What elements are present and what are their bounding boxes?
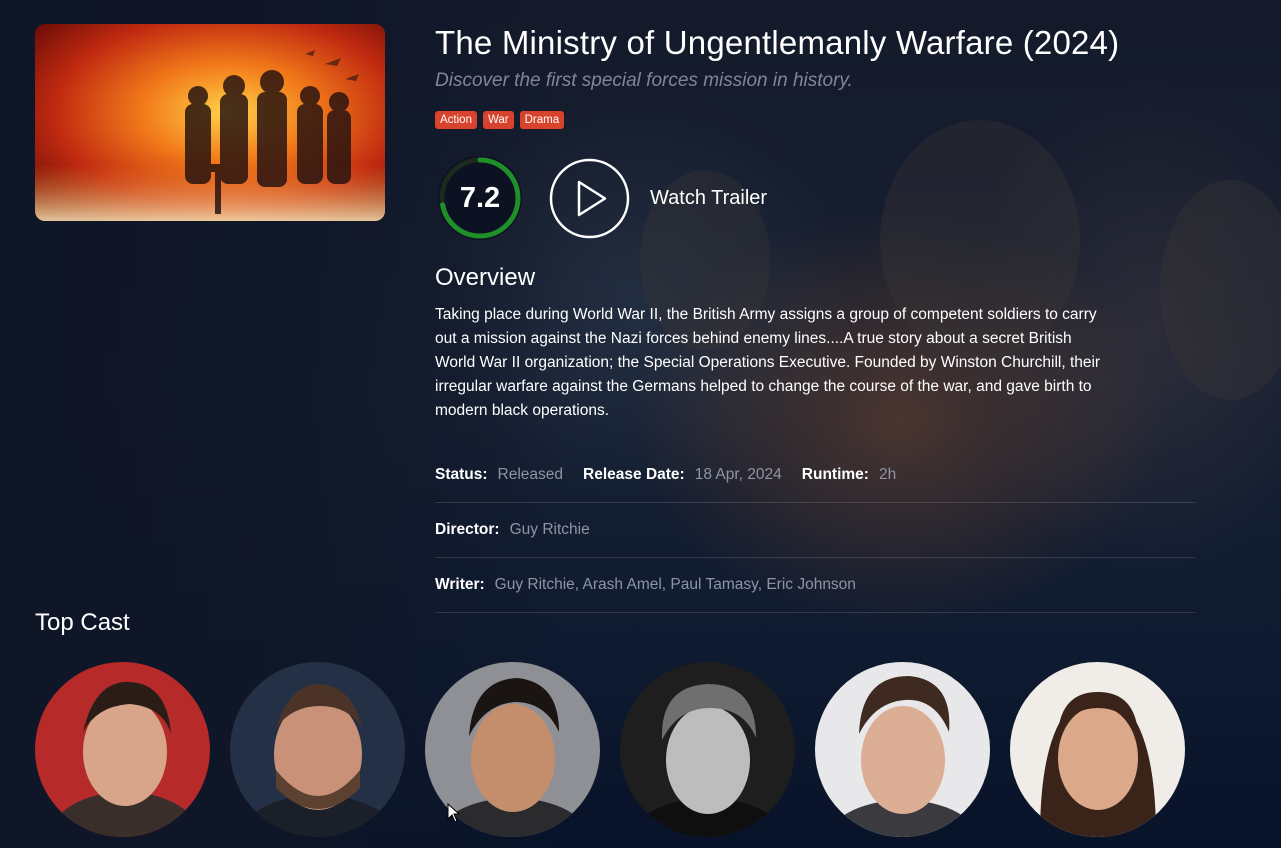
- overview-heading: Overview: [435, 264, 536, 291]
- cast-photo: [35, 662, 210, 837]
- cast-member-4[interactable]: [620, 662, 795, 837]
- watch-trailer-label: Watch Trailer: [650, 187, 768, 209]
- cast-photo: [1010, 662, 1185, 837]
- cast-photo: [815, 662, 990, 837]
- release-date-value: 18 Apr, 2024: [694, 465, 782, 483]
- writer-label: Writer:: [435, 575, 485, 593]
- cast-photo: [620, 662, 795, 837]
- movie-tagline: Discover the first special forces missio…: [435, 70, 853, 91]
- status-label: Status:: [435, 465, 488, 483]
- genre-list: Action War Drama: [435, 111, 565, 129]
- cast-member-5[interactable]: [815, 662, 990, 837]
- info-row-director: Director: Guy Ritchie: [435, 502, 1195, 558]
- genre-badge-drama: Drama: [519, 111, 565, 129]
- info-row-status: Status: Released Release Date: 18 Apr, 2…: [435, 447, 1195, 503]
- genre-badge-action: Action: [435, 111, 477, 129]
- watch-trailer-button[interactable]: Watch Trailer: [549, 158, 767, 239]
- mouse-cursor-icon: [447, 803, 461, 823]
- rating-circle: 7.2: [435, 155, 525, 245]
- cast-member-1[interactable]: [35, 662, 210, 837]
- release-date-label: Release Date:: [583, 465, 685, 483]
- cast-member-6[interactable]: [1010, 662, 1185, 837]
- director-value: Guy Ritchie: [509, 520, 590, 538]
- overview-text: Taking place during World War II, the Br…: [435, 306, 1101, 419]
- cast-photo: [230, 662, 405, 837]
- runtime-label: Runtime:: [801, 465, 869, 483]
- cast-member-2[interactable]: [230, 662, 405, 837]
- info-row-writer: Writer: Guy Ritchie, Arash Amel, Paul Ta…: [435, 557, 1195, 613]
- cast-list: [35, 662, 1185, 837]
- movie-title: The Ministry of Ungentlemanly Warfare (2…: [435, 24, 1120, 61]
- movie-poster: [35, 24, 385, 221]
- play-icon: [549, 158, 630, 239]
- status-value: Released: [497, 465, 564, 483]
- writer-value: Guy Ritchie, Arash Amel, Paul Tamasy, Er…: [494, 575, 856, 593]
- genre-badge-war: War: [482, 111, 514, 129]
- top-cast-heading: Top Cast: [35, 609, 130, 636]
- director-label: Director:: [435, 520, 500, 538]
- runtime-value: 2h: [878, 465, 897, 483]
- rating-value: 7.2: [459, 181, 501, 214]
